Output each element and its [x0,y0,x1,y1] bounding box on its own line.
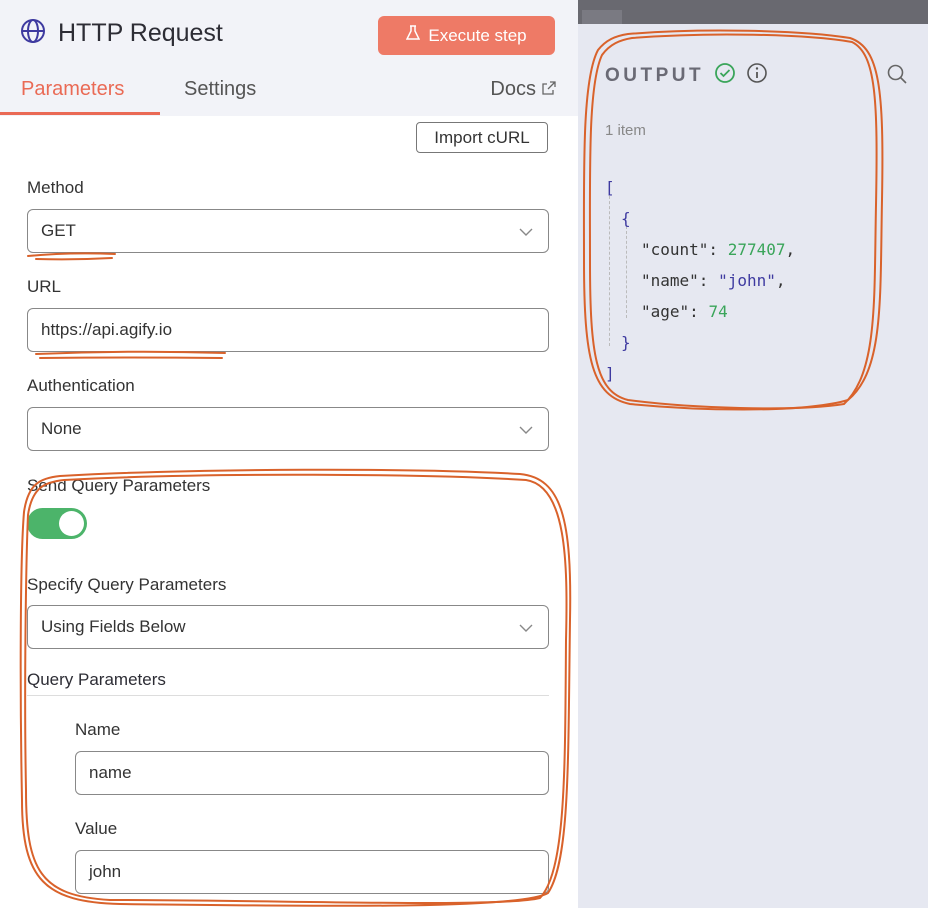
json-output: [ { "count": 277407, "name": "john", "ag… [605,172,795,389]
specify-query-select[interactable]: Using Fields Below [27,605,549,649]
url-value: https://api.agify.io [41,320,173,339]
chevron-down-icon [518,619,534,640]
json-open-bracket: [ [605,178,615,197]
active-tab-indicator [0,112,160,115]
tab-bar: Parameters Settings Docs [0,74,578,116]
chevron-down-icon [518,421,534,442]
import-curl-button[interactable]: Import cURL [416,122,548,153]
url-input[interactable]: https://api.agify.io [27,308,549,352]
node-title-row: HTTP Request [20,18,223,49]
param-value-input[interactable]: john [75,850,549,894]
panel-header: HTTP Request Execute step Parameters Set… [0,0,578,116]
specify-query-label: Specify Query Parameters [27,575,227,594]
specify-query-value: Using Fields Below [41,617,186,636]
authentication-label: Authentication [27,376,135,395]
check-circle-icon [714,62,736,89]
output-title: OUTPUT [605,64,705,86]
tab-parameters[interactable]: Parameters [21,78,124,101]
send-query-label: Send Query Parameters [27,476,211,495]
output-topbar [578,0,928,24]
param-name-label: Name [75,720,121,739]
output-panel: OUTPUT 1 item [ { "count": 277407, "name… [578,0,928,908]
json-row: "count": 277407, [605,234,795,265]
method-label: Method [27,178,84,197]
send-query-toggle[interactable] [27,508,87,539]
section-divider [27,695,549,696]
item-count: 1 item [605,122,646,139]
param-value-label: Value [75,819,118,838]
json-value: 74 [708,302,728,321]
search-icon[interactable] [886,63,908,90]
chevron-down-icon [518,223,534,244]
authentication-select[interactable]: None [27,407,549,451]
json-key: "count": [641,240,719,259]
docs-label: Docs [490,78,536,100]
param-name-value: name [89,763,132,782]
json-value: 277407 [727,240,786,259]
param-value-value: john [89,862,122,881]
json-row: "age": 74 [605,296,795,327]
json-open-brace: { [621,209,631,228]
param-name-input[interactable]: name [75,751,549,795]
output-header: OUTPUT [605,62,768,89]
query-parameters-heading: Query Parameters [27,670,166,689]
external-link-icon [542,78,556,101]
info-icon[interactable] [746,62,768,89]
json-close-brace: } [621,333,631,352]
json-key: "age": [641,302,699,321]
toggle-knob [59,511,84,536]
execute-step-button[interactable]: Execute step [378,16,555,55]
execute-step-label: Execute step [428,25,527,45]
globe-icon [20,18,46,49]
authentication-value: None [41,419,82,438]
docs-link[interactable]: Docs [490,78,556,101]
json-key: "name": [641,271,709,290]
tab-settings[interactable]: Settings [184,78,256,101]
output-tab-stub [582,10,622,24]
url-label: URL [27,277,62,296]
node-title: HTTP Request [58,19,223,47]
json-comma: , [785,240,796,259]
method-value: GET [41,221,76,240]
json-close-bracket: ] [605,364,615,383]
method-select[interactable]: GET [27,209,549,253]
node-parameters-panel: HTTP Request Execute step Parameters Set… [0,0,578,908]
json-row: "name": "john", [605,265,795,296]
flask-icon [406,25,421,46]
json-comma: , [775,271,786,290]
json-value: "john" [718,271,776,290]
